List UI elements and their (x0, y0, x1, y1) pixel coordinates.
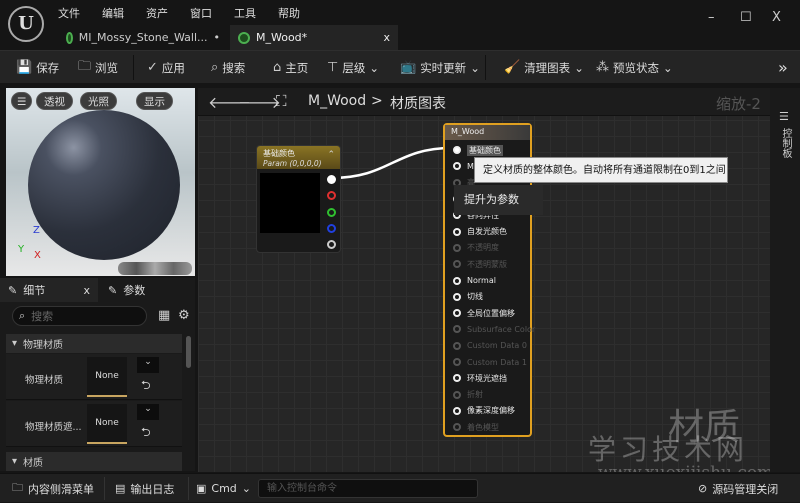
side-tab-strip: ☰ 控制板 (770, 88, 800, 472)
param-node-title: 基础颜色 (263, 149, 295, 158)
console-input[interactable]: 输入控制台命令 (258, 479, 478, 498)
color-preview (260, 173, 320, 233)
pin-circle-icon (453, 309, 461, 318)
list-icon: ☰ (779, 110, 789, 123)
pin-label: 切线 (467, 292, 483, 302)
pin-label: 基础颜色 (467, 144, 503, 156)
input-pin[interactable]: 切线 (445, 289, 530, 305)
pin-label: 不透明蒙版 (467, 259, 507, 269)
input-pin[interactable]: 全局位置偏移 (445, 305, 530, 321)
input-pin[interactable]: Normal (445, 272, 530, 288)
pin-label: Subsurface Color (467, 324, 536, 334)
pin-circle-icon (453, 276, 461, 285)
pin-circle-icon (453, 227, 461, 236)
pin-label: Normal (467, 276, 496, 286)
pin-label: 环境光遮挡 (467, 373, 507, 383)
divider (188, 477, 189, 500)
input-pin[interactable]: 自发光颜色 (445, 223, 530, 239)
cmd-selector[interactable]: ▣ Cmd ⌄ (196, 474, 251, 503)
connection-wire[interactable] (330, 146, 453, 180)
tab-palette[interactable]: 控制板 (778, 128, 793, 158)
pin-label: Custom Data 1 (467, 357, 527, 367)
content-drawer-button[interactable]: 🗀 内容侧滑菜单 (12, 474, 94, 503)
input-pin[interactable]: 不透明蒙版 (445, 256, 530, 272)
pin-circle-icon (453, 260, 461, 269)
folder-icon: 🗀 (12, 481, 23, 494)
input-pin[interactable]: Custom Data 1 (445, 354, 530, 370)
param-node-base-color[interactable]: 基础颜色 Param (0,0,0,0) ⌃ (256, 145, 341, 253)
input-pin[interactable]: 折射 (445, 386, 530, 402)
input-pin[interactable]: Custom Data 0 (445, 338, 530, 354)
output-pin[interactable] (327, 207, 336, 217)
cmd-label: Cmd (211, 482, 237, 495)
input-pin[interactable]: 不透明度 (445, 240, 530, 256)
divider (104, 477, 105, 500)
material-node-title: M_Wood (445, 125, 530, 140)
collapse-icon[interactable]: ⌃ (327, 150, 335, 160)
output-log-button[interactable]: ▤ 输出日志 (115, 474, 174, 503)
pin-label: 不透明度 (467, 243, 499, 253)
output-pin[interactable] (327, 240, 336, 250)
pin-circle-icon (453, 162, 461, 171)
log-icon: ▤ (115, 482, 126, 495)
tooltip: 定义材质的整体颜色。自动将所有通道限制在0到1之间 (474, 157, 728, 183)
pin-label: 自发光颜色 (467, 227, 507, 237)
pin-label: 着色模型 (467, 422, 499, 432)
pin-circle-icon (453, 406, 461, 415)
output-pin[interactable] (327, 175, 336, 184)
pin-label: 像素深度偏移 (467, 406, 515, 416)
pin-circle-icon (453, 325, 461, 334)
param-node-header: 基础颜色 Param (0,0,0,0) ⌃ (257, 146, 340, 169)
pin-circle-icon (453, 243, 461, 252)
pin-circle-icon (453, 146, 461, 155)
pin-circle-icon (453, 292, 461, 301)
output-pin[interactable] (327, 191, 336, 201)
pin-label: 折射 (467, 390, 483, 400)
content-drawer-label: 内容侧滑菜单 (28, 482, 94, 496)
chevron-down-icon: ⌄ (241, 482, 252, 495)
pin-label: 全局位置偏移 (467, 308, 515, 318)
pin-circle-icon (453, 341, 461, 350)
input-pin[interactable]: Subsurface Color (445, 321, 535, 337)
pin-circle-icon (453, 358, 461, 366)
source-control-off-icon: ⊘ (698, 482, 708, 495)
wire-layer (330, 146, 453, 180)
input-pin[interactable]: 基础颜色 (445, 142, 530, 158)
pin-circle-icon (453, 390, 461, 399)
source-control-button[interactable]: ⊘ 源码管理关闭 (698, 474, 778, 503)
console-icon: ▣ (196, 482, 207, 495)
bottom-bar: 🗀 内容侧滑菜单 ▤ 输出日志 ▣ Cmd ⌄ 输入控制台命令 ⊘ 源码管理关闭 (0, 473, 800, 502)
input-pin[interactable]: 着色模型 (445, 419, 530, 435)
pin-label: Custom Data 0 (467, 341, 527, 351)
input-pin[interactable]: 环境光遮挡 (445, 370, 530, 386)
output-log-label: 输出日志 (130, 482, 175, 496)
param-node-subtitle: Param (0,0,0,0) (263, 159, 322, 168)
source-control-label: 源码管理关闭 (712, 482, 779, 496)
pin-circle-icon (453, 374, 461, 383)
pin-circle-icon (453, 423, 461, 432)
output-pin[interactable] (327, 223, 336, 233)
input-pin[interactable]: 像素深度偏移 (445, 403, 530, 419)
pin-label: M (467, 161, 474, 171)
promote-to-parameter-menu-item[interactable]: 提升为参数 (454, 185, 543, 215)
